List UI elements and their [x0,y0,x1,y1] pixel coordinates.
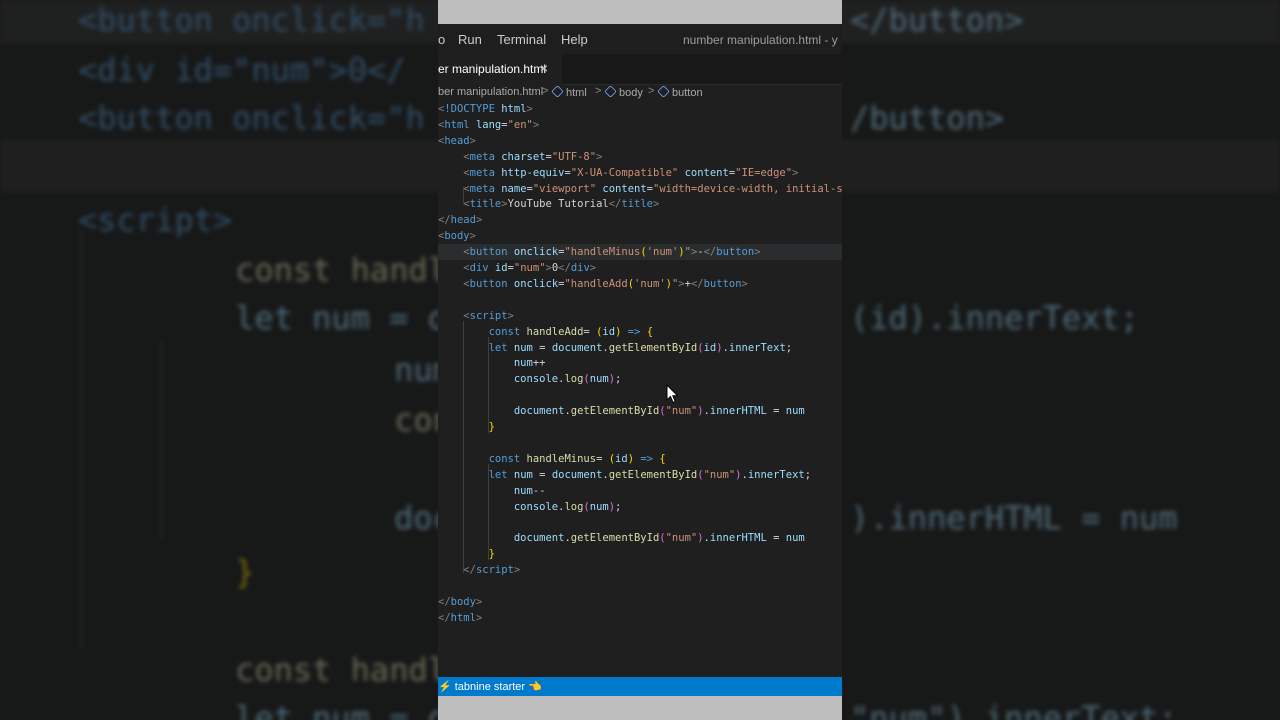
code-line[interactable]: num++ [438,355,546,371]
code-line[interactable]: document.getElementById("num").innerHTML… [438,403,805,419]
breadcrumb-separator: > [542,85,549,97]
code-line[interactable]: <title>YouTube Tutorial</title> [438,196,659,212]
code-line[interactable]: <!DOCTYPE html> [438,101,533,117]
background-code-line: </button> [850,1,1024,39]
background-code-line: ).innerHTML = num [850,499,1178,537]
code-line[interactable]: let num = document.getElementById(id).in… [438,340,793,356]
status-tabnine[interactable]: ⚡ tabnine starter 👈 [438,680,542,693]
menu-bar: o Run Terminal Help number manipulation.… [438,24,842,54]
element-cube-icon [657,85,670,98]
code-line[interactable]: } [438,419,495,435]
code-line[interactable]: <button onclick="handleMinus('num')">-</… [438,244,842,261]
background-indent-guide [80,230,82,650]
code-line[interactable]: <button onclick="handleAdd('num')">+</bu… [438,276,748,292]
code-line[interactable]: </head> [438,212,482,228]
breadcrumb-html[interactable]: html [551,85,587,99]
menu-item-run[interactable]: Run [458,32,482,47]
code-line[interactable]: </html> [438,610,482,626]
background-code-line: } [158,553,255,591]
background-code-line: /button> [850,99,1005,137]
code-line[interactable]: document.getElementById("num").innerHTML… [438,530,805,546]
background-indent-guide [160,340,162,540]
code-line[interactable]: console.log(num); [438,499,622,515]
background-code-line: <button onclick="h [78,1,425,39]
menu-item-partial[interactable]: o [438,32,445,47]
background-code-line: <div id="num">0</ [78,51,406,89]
tab-bar: er manipulation.html × [438,54,842,85]
breadcrumb-body[interactable]: body [604,85,643,99]
code-editor-window: o Run Terminal Help number manipulation.… [438,0,842,720]
background-code-line: (id).innerText; [850,299,1139,337]
menu-item-terminal[interactable]: Terminal [497,32,546,47]
tab-number-manipulation[interactable]: er manipulation.html × [438,54,562,85]
window-title: number manipulation.html - y [683,33,838,47]
bottom-letterbox-strip [438,696,842,720]
code-line[interactable]: <meta charset="UTF-8"> [438,149,602,165]
code-line[interactable]: <script> [438,308,514,324]
background-code-line: <button onclick="h [78,99,425,137]
code-line[interactable]: <meta name="viewport" content="width=dev… [438,181,842,197]
breadcrumb-button[interactable]: button [657,85,703,99]
menu-item-help[interactable]: Help [561,32,588,47]
tab-label: er manipulation.html [438,62,547,76]
breadcrumb-separator: > [595,85,602,97]
breadcrumb: ber manipulation.html > html > body > bu… [438,85,842,101]
code-line[interactable]: <head> [438,133,476,149]
top-letterbox-strip [438,0,842,24]
code-line[interactable]: const handleAdd= (id) => { [438,324,653,340]
code-line[interactable]: <meta http-equiv="X-UA-Compatible" conte… [438,165,798,181]
element-cube-icon [604,85,617,98]
code-line[interactable]: const handleMinus= (id) => { [438,451,666,467]
code-line[interactable]: let num = document.getElementById("num")… [438,467,811,483]
close-icon[interactable]: × [540,60,548,76]
mouse-pointer-icon [666,384,679,404]
breadcrumb-file[interactable]: ber manipulation.html [438,86,543,98]
background-code-line: <script> [78,201,233,239]
code-line[interactable]: </script> [438,562,520,578]
code-line[interactable]: <html lang="en"> [438,117,539,133]
code-line[interactable]: <body> [438,228,476,244]
code-line[interactable]: </body> [438,594,482,610]
code-line[interactable]: } [438,546,495,562]
element-cube-icon [551,85,564,98]
background-code-line: "num").innerText; [850,699,1178,720]
code-line[interactable]: console.log(num); [438,371,622,387]
code-line[interactable]: num-- [438,483,546,499]
code-line[interactable]: <div id="num">0</div> [438,260,596,276]
status-bar: ⚡ tabnine starter 👈 [438,677,842,696]
breadcrumb-separator: > [648,85,655,97]
